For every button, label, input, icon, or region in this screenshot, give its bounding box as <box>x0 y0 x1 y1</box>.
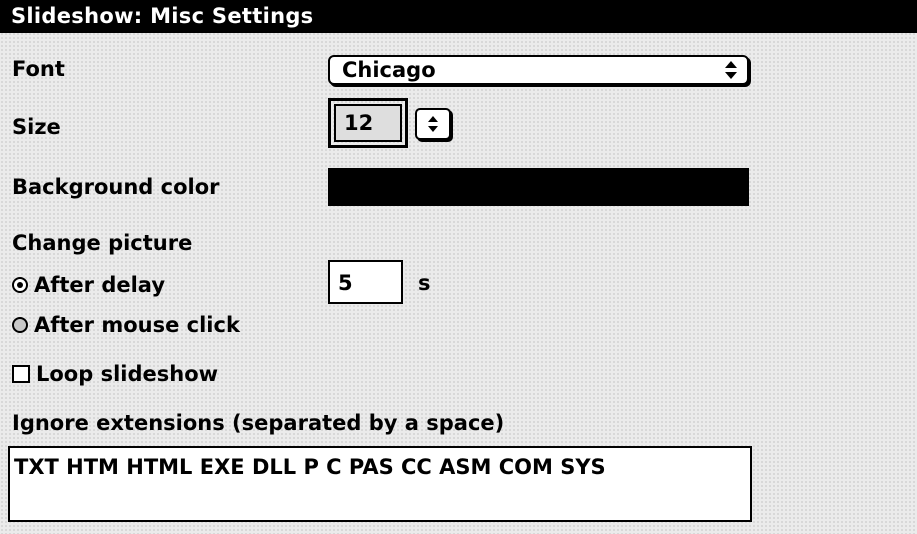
size-stepper-button[interactable] <box>415 108 451 140</box>
ignore-extensions-value: TXT HTM HTML EXE DLL P C PAS CC ASM COM … <box>14 455 606 479</box>
background-color-label: Background color <box>12 175 220 199</box>
size-value: 12 <box>344 111 374 135</box>
loop-slideshow-checkbox[interactable] <box>12 365 30 383</box>
delay-value: 5 <box>338 271 353 295</box>
loop-slideshow-label[interactable]: Loop slideshow <box>36 361 218 387</box>
title-bar: Slideshow: Misc Settings <box>0 0 917 33</box>
delay-unit-label: s <box>418 271 431 295</box>
radio-selected-dot <box>17 282 23 288</box>
up-down-arrows-icon <box>721 59 741 81</box>
ignore-extensions-label: Ignore extensions (separated by a space) <box>12 411 505 435</box>
change-picture-heading: Change picture <box>12 231 193 255</box>
after-delay-label[interactable]: After delay <box>34 272 165 298</box>
font-label: Font <box>12 57 65 81</box>
font-popup-menu[interactable]: Chicago <box>328 55 749 85</box>
after-mouse-click-label[interactable]: After mouse click <box>34 312 240 338</box>
after-delay-radio[interactable] <box>12 277 28 293</box>
after-mouse-click-radio[interactable] <box>12 317 28 333</box>
font-popup-value: Chicago <box>342 58 436 82</box>
size-field[interactable]: 12 <box>334 104 402 142</box>
ignore-extensions-field[interactable]: TXT HTM HTML EXE DLL P C PAS CC ASM COM … <box>8 446 752 522</box>
background-color-swatch[interactable] <box>328 168 749 206</box>
size-label: Size <box>12 115 61 139</box>
window-title: Slideshow: Misc Settings <box>11 4 314 28</box>
delay-seconds-field[interactable]: 5 <box>328 260 403 304</box>
